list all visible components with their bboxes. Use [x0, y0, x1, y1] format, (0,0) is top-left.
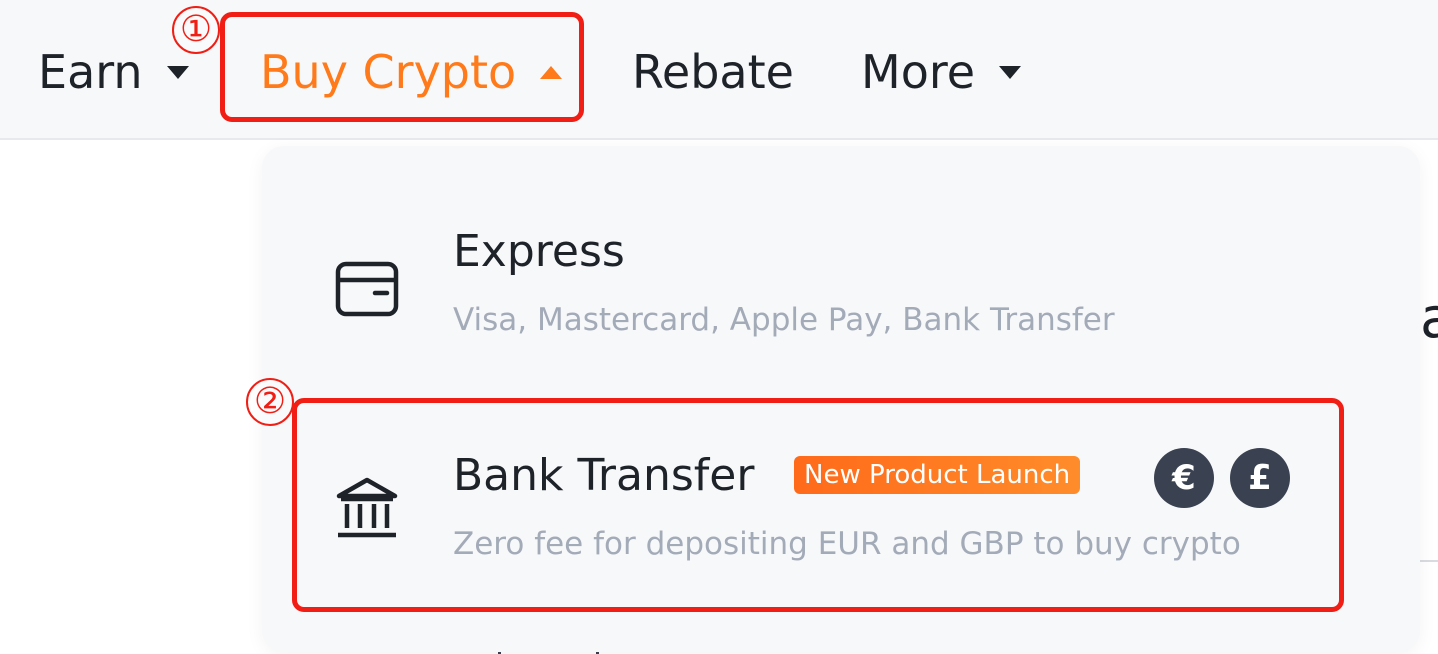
- nav-rebate-label: Rebate: [632, 45, 794, 99]
- nav-more[interactable]: More: [861, 42, 1022, 102]
- nav-rebate[interactable]: Rebate: [632, 42, 794, 102]
- step-1-marker: ①: [172, 6, 220, 54]
- nav-earn-label: Earn: [38, 45, 143, 99]
- chevron-down-icon: [166, 65, 189, 79]
- background-divider: [1420, 560, 1438, 562]
- highlight-bank-transfer: [292, 398, 1344, 612]
- card-icon: [335, 261, 399, 317]
- screen: Earn Buy Crypto Rebate More a Express Vi…: [0, 0, 1438, 654]
- step-2-marker: ②: [246, 378, 294, 426]
- express-title: Express: [453, 226, 625, 277]
- nav-more-label: More: [861, 45, 976, 99]
- nav-earn[interactable]: Earn: [38, 42, 189, 102]
- background-text-peek: a: [1420, 286, 1438, 351]
- express-description: Visa, Mastercard, Apple Pay, Bank Transf…: [453, 302, 1115, 338]
- highlight-buy-crypto: [220, 12, 584, 122]
- chevron-down-icon: [999, 65, 1022, 79]
